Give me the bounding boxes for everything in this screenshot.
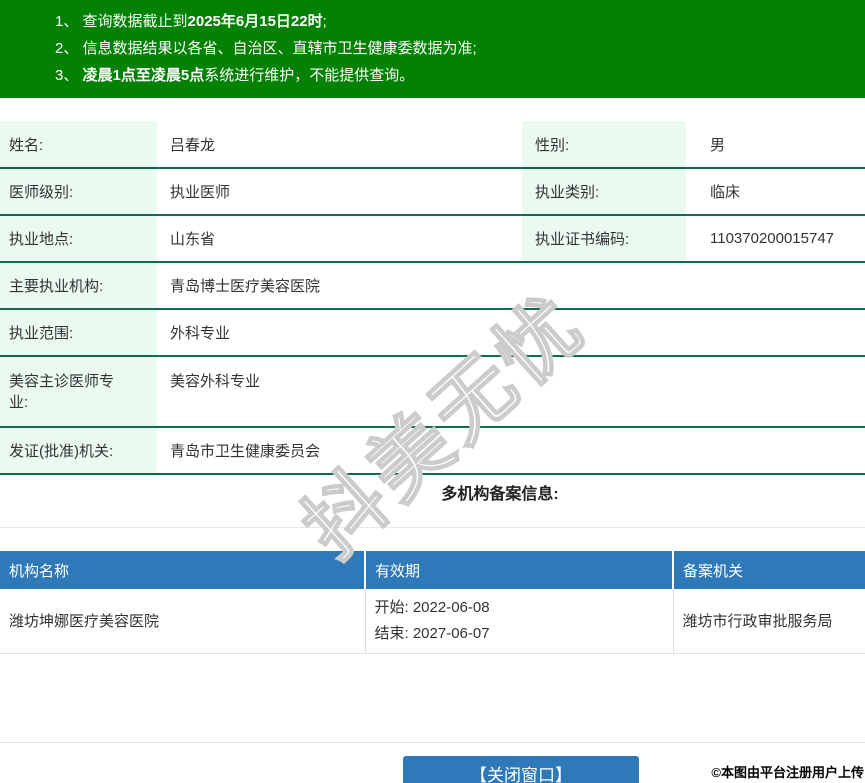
- gender-value: 男: [686, 121, 865, 169]
- filing-authority-header: 备案机关: [673, 551, 865, 589]
- filing-header-row: 机构名称 有效期 备案机关: [0, 551, 865, 589]
- table-row: 主要执业机构: 青岛博士医疗美容医院: [0, 262, 865, 310]
- table-row: 执业范围: 外科专业: [0, 309, 865, 357]
- practice-type-label: 执业类别:: [522, 168, 686, 216]
- notice-line-3: 3、 凌晨1点至凌晨5点系统进行维护，不能提供查询。: [55, 62, 865, 89]
- org-name-cell: 潍坊坤娜医疗美容医院: [0, 589, 366, 654]
- certificate-no-label: 执业证书编码:: [522, 215, 686, 263]
- filing-authority-cell: 潍坊市行政审批服务局: [673, 589, 865, 654]
- table-row: 发证(批准)机关: 青岛市卫生健康委员会: [0, 427, 865, 475]
- filing-data-row: 潍坊坤娜医疗美容医院 开始: 2022-06-08 结束: 2027-06-07…: [0, 589, 865, 654]
- validity-cell: 开始: 2022-06-08 结束: 2027-06-07: [365, 589, 674, 654]
- practitioner-info-table: 姓名: 吕春龙 性别: 男 医师级别: 执业医师 执业类别: 临床 执业地点: …: [0, 121, 865, 475]
- notice-line-1-text: 1、 查询数据截止到: [55, 13, 188, 30]
- section-divider: [0, 527, 865, 528]
- org-name-header: 机构名称: [0, 551, 366, 589]
- notice-banner: 1、 查询数据截止到2025年6月15日22时; 2、 信息数据结果以各省、自治…: [0, 0, 865, 98]
- practice-type-value: 临床: [686, 168, 865, 216]
- upload-credit-text: ©本图由平台注册用户上传: [711, 765, 864, 780]
- aesthetic-specialty-label: 美容主诊医师专业:: [0, 356, 157, 428]
- practice-place-value: 山东省: [157, 215, 522, 263]
- main-org-label: 主要执业机构:: [0, 262, 157, 310]
- validity-header: 有效期: [365, 551, 674, 589]
- table-row: 美容主诊医师专业: 美容外科专业: [0, 356, 865, 428]
- notice-line-2-text: 2、 信息数据结果以各省、自治区、直辖市卫生健康委数据为准;: [55, 40, 477, 57]
- name-label: 姓名:: [0, 121, 157, 169]
- practice-scope-label: 执业范围:: [0, 309, 157, 357]
- practice-scope-value: 外科专业: [157, 309, 865, 357]
- notice-line-1-bold: 2025年6月15日22时: [187, 13, 323, 30]
- gender-label: 性别:: [522, 121, 686, 169]
- aesthetic-specialty-value: 美容外科专业: [157, 356, 865, 428]
- issuing-authority-label: 发证(批准)机关:: [0, 427, 157, 475]
- table-row: 执业地点: 山东省 执业证书编码: 110370200015747: [0, 215, 865, 263]
- main-org-value: 青岛博士医疗美容医院: [157, 262, 865, 310]
- multi-org-section-title: 多机构备案信息:: [441, 486, 559, 503]
- close-window-button[interactable]: 【关闭窗口】: [403, 755, 639, 783]
- table-row: 姓名: 吕春龙 性别: 男: [0, 121, 865, 169]
- validity-end: 结束: 2027-06-07: [374, 624, 490, 642]
- issuing-authority-value: 青岛市卫生健康委员会: [157, 427, 865, 475]
- table-row: 医师级别: 执业医师 执业类别: 临床: [0, 168, 865, 216]
- notice-line-3-bold: 凌晨1点至凌晨5点: [82, 67, 205, 84]
- notice-line-3-text: 3、: [55, 67, 83, 84]
- name-value: 吕春龙: [157, 121, 522, 169]
- notice-line-3-tail: 系统进行维护，不能提供查询。: [204, 67, 415, 84]
- doctor-level-label: 医师级别:: [0, 168, 157, 216]
- notice-line-2: 2、 信息数据结果以各省、自治区、直辖市卫生健康委数据为准;: [55, 35, 865, 62]
- notice-line-1-tail: ;: [322, 13, 327, 30]
- aesthetic-specialty-label-text: 美容主诊医师专业:: [9, 373, 115, 411]
- doctor-level-value: 执业医师: [157, 168, 522, 216]
- notice-line-1: 1、 查询数据截止到2025年6月15日22时;: [55, 8, 865, 35]
- validity-start: 开始: 2022-06-08: [374, 598, 490, 616]
- practice-place-label: 执业地点:: [0, 215, 157, 263]
- filing-table: 机构名称 有效期 备案机关 潍坊坤娜医疗美容医院 开始: 2022-06-08 …: [0, 551, 865, 654]
- certificate-no-value: 110370200015747: [686, 215, 865, 263]
- footer-divider: [0, 741, 865, 743]
